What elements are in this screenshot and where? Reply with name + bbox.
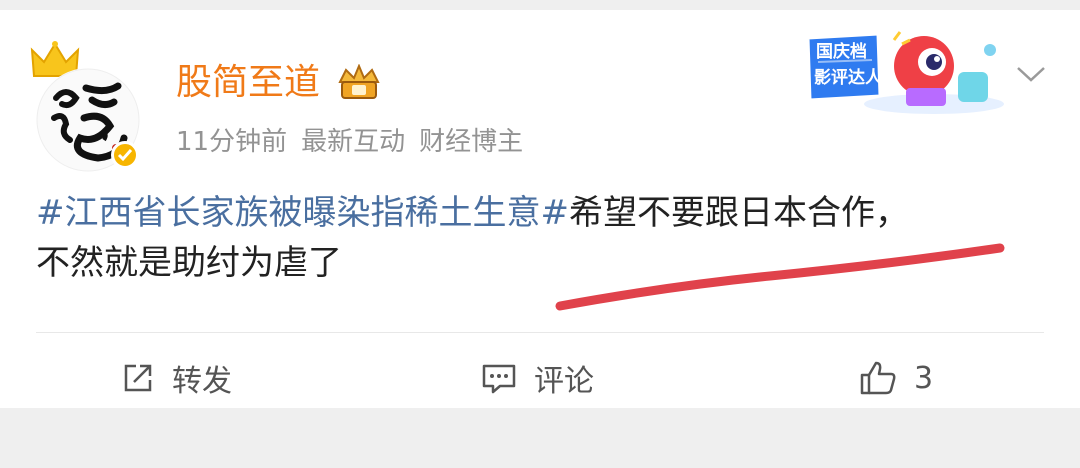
post-meta: 11分钟前 最新互动 财经博主 bbox=[176, 124, 537, 160]
badge-line1: 国庆档 bbox=[816, 42, 867, 62]
verified-badge-icon bbox=[111, 141, 139, 169]
hashtag-link[interactable]: #江西省长家族被曝染指稀土生意# bbox=[36, 193, 569, 233]
chevron-down-icon[interactable] bbox=[1014, 62, 1048, 86]
post-status: 最新互动 bbox=[301, 127, 406, 157]
user-tag: 财经博主 bbox=[419, 127, 524, 157]
comment-icon bbox=[482, 364, 516, 394]
weibo-post-card: 股简至道 11分钟前 最新互动 财经博主 国庆档 影评达人 #江西省长家族被曝染指稀… bbox=[0, 10, 1080, 408]
badge-line2: 影评达人 bbox=[814, 68, 882, 88]
username[interactable]: 股简至道 bbox=[176, 58, 320, 108]
festival-reviewer-badge[interactable]: 国庆档 影评达人 bbox=[794, 26, 1008, 118]
red-marker-underline bbox=[555, 243, 1005, 311]
divider bbox=[36, 332, 1044, 333]
vip-crown-badge-icon bbox=[338, 64, 380, 99]
repost-icon bbox=[124, 364, 152, 392]
thumbs-up-icon bbox=[860, 361, 896, 395]
post-time: 11分钟前 bbox=[176, 127, 288, 157]
comment-label: 评论 bbox=[534, 364, 594, 399]
repost-label: 转发 bbox=[172, 364, 232, 399]
post-body-line1: 希望不要跟日本合作， bbox=[568, 193, 909, 233]
comment-button[interactable]: 评论 bbox=[480, 348, 594, 408]
repost-button[interactable]: 转发 bbox=[120, 348, 232, 408]
avatar-area[interactable] bbox=[30, 38, 146, 172]
like-count: 3 bbox=[914, 360, 934, 396]
like-button[interactable]: 3 bbox=[858, 348, 933, 408]
